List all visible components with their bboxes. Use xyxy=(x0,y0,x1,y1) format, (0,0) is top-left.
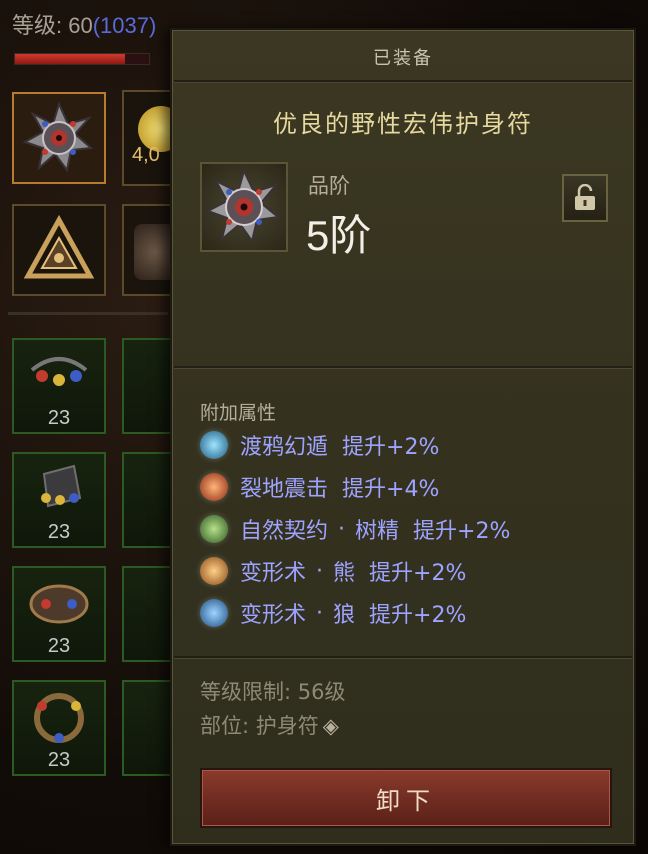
affix-subskill: 树精 xyxy=(355,519,400,544)
gem-slot[interactable]: 23 xyxy=(12,566,106,662)
affix-separator: · xyxy=(316,558,324,584)
divider xyxy=(174,80,632,82)
equipped-amulet-slot[interactable] xyxy=(12,92,106,184)
health-bar xyxy=(14,53,150,65)
item-icon-frame xyxy=(200,162,288,252)
section-divider xyxy=(8,312,168,315)
unequip-button[interactable]: 卸下 xyxy=(200,768,612,828)
gem-slot[interactable]: 23 xyxy=(12,338,106,434)
item-count: 23 xyxy=(47,407,71,429)
earth-skill-icon xyxy=(200,473,228,501)
grade-value: 5阶 xyxy=(306,212,372,259)
nature-skill-icon xyxy=(200,515,228,543)
affix-row: 渡鸦幻遁 提升+2% xyxy=(200,430,439,460)
claw-icon xyxy=(41,464,82,508)
item-tooltip: 已装备 优良的野性宏伟护身符 品阶 5阶 附加属性 渡鸦幻遁 提升+2% 裂地震… xyxy=(170,28,636,846)
affix-skill: 裂地震击 xyxy=(240,477,329,502)
divider xyxy=(174,656,632,658)
affix-skill: 变形术 xyxy=(240,603,307,628)
affix-row: 变形术 · 熊 提升+2% xyxy=(200,556,466,586)
bracer-icon xyxy=(29,584,89,624)
necklace-icon xyxy=(30,357,88,386)
gem-slot[interactable]: 23 xyxy=(12,680,106,776)
slot-count: 4,0 xyxy=(132,144,160,166)
item-count: 23 xyxy=(47,749,71,771)
affix-row: 变形术 · 狼 提升+2% xyxy=(200,598,466,628)
amulet-slot-icon: ◈ xyxy=(322,714,339,738)
affix-skill: 变形术 xyxy=(240,561,307,586)
affix-separator: · xyxy=(338,516,346,542)
item-count: 23 xyxy=(47,521,71,543)
item-name: 优良的野性宏伟护身符 xyxy=(273,110,533,138)
ring-icon xyxy=(34,693,84,743)
equip-slot-info: 部位: 护身符 ◈ xyxy=(200,710,339,740)
equip-slot-label: 部位: 护身符 xyxy=(200,714,319,738)
affix-separator: · xyxy=(316,600,324,626)
affix-skill: 自然契约 xyxy=(240,519,329,544)
lock-open-icon xyxy=(575,184,595,210)
affix-effect: 提升+4% xyxy=(342,477,440,502)
affix-effect: 提升+2% xyxy=(342,435,440,460)
bear-skill-icon xyxy=(200,557,228,585)
lock-toggle-button[interactable] xyxy=(562,174,608,222)
divider xyxy=(174,366,632,368)
rune-slot[interactable] xyxy=(12,204,106,296)
item-count: 23 xyxy=(47,635,71,657)
character-level: 等级: 60(1037) xyxy=(12,13,157,38)
health-bar-fill xyxy=(15,54,125,64)
grade-label: 品阶 xyxy=(308,174,350,198)
wolf-skill-icon xyxy=(200,599,228,627)
affix-row: 裂地震击 提升+4% xyxy=(200,472,439,502)
amulet-icon xyxy=(205,168,281,244)
raven-skill-icon xyxy=(200,431,228,459)
affix-skill: 渡鸦幻遁 xyxy=(240,435,329,460)
attributes-title: 附加属性 xyxy=(200,402,277,424)
triangle-rune-icon xyxy=(23,214,95,279)
affix-effect: 提升+2% xyxy=(369,561,467,586)
gem-slot[interactable]: 23 xyxy=(12,452,106,548)
affix-subskill: 狼 xyxy=(333,603,356,628)
affix-effect: 提升+2% xyxy=(413,519,511,544)
tooltip-header: 已装备 xyxy=(373,48,433,69)
affix-row: 自然契约 · 树精 提升+2% xyxy=(200,514,510,544)
affix-effect: 提升+2% xyxy=(369,603,467,628)
affix-subskill: 熊 xyxy=(333,561,356,586)
level-requirement: 等级限制: 56级 xyxy=(200,680,346,704)
amulet-icon xyxy=(22,101,94,173)
